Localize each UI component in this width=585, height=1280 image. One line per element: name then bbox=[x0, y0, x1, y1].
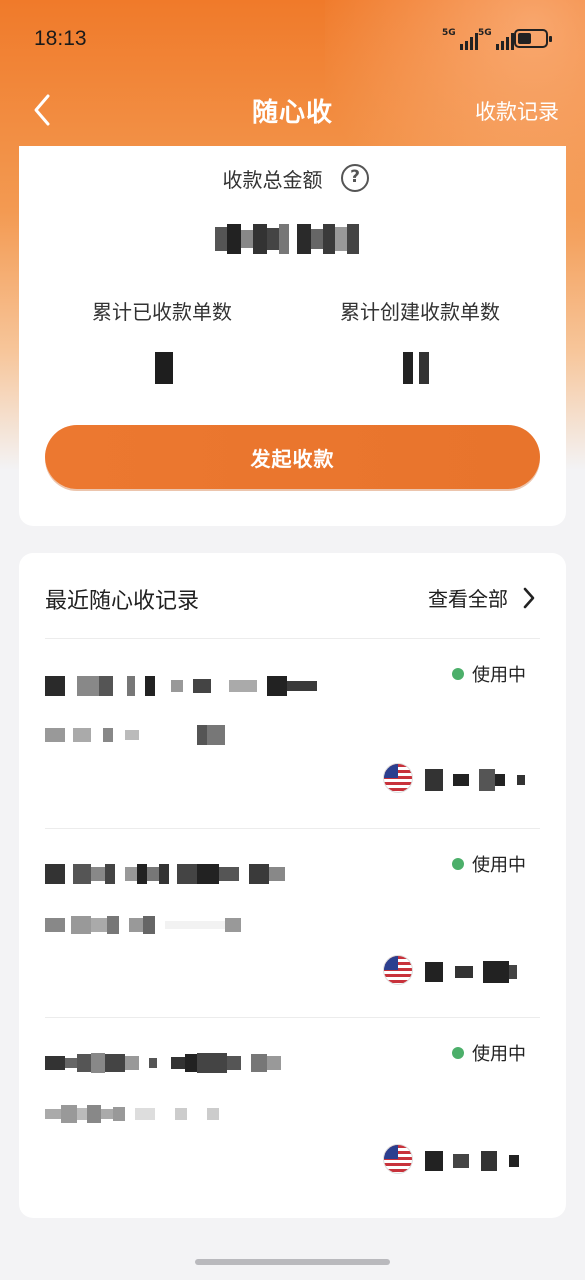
us-flag-icon bbox=[383, 1144, 413, 1174]
signal-icon: 5G bbox=[442, 28, 478, 50]
record-currency-redacted bbox=[425, 769, 525, 791]
record-status-label: 使用中 bbox=[472, 855, 526, 876]
help-icon[interactable]: ? bbox=[341, 164, 369, 192]
record-title-redacted bbox=[45, 1052, 281, 1074]
record-item[interactable]: 使用中 bbox=[19, 829, 566, 1018]
view-all-label: 查看全部 bbox=[428, 587, 508, 611]
record-title-redacted bbox=[45, 863, 285, 885]
record-status: 使用中 bbox=[452, 1040, 526, 1066]
view-all-link[interactable]: 查看全部 bbox=[428, 583, 536, 612]
start-collection-button[interactable]: 发起收款 bbox=[45, 425, 540, 489]
battery-icon bbox=[514, 29, 552, 48]
record-status: 使用中 bbox=[452, 661, 526, 687]
record-status-label: 使用中 bbox=[472, 1044, 526, 1065]
recent-records-title: 最近随心收记录 bbox=[45, 589, 200, 614]
summary-card: 收款总金额 ? 累计已收款单数 累计创建收款单数 发起收款 bbox=[19, 146, 566, 526]
status-time: 18:13 bbox=[34, 27, 87, 50]
collected-count-label: 累计已收款单数 bbox=[92, 300, 232, 324]
record-item[interactable]: 使用中 bbox=[19, 1018, 566, 1207]
status-bar: 18:13 5G 5G bbox=[0, 0, 585, 80]
signal-icon: 5G bbox=[478, 28, 514, 50]
us-flag-icon bbox=[383, 763, 413, 793]
collection-records-link[interactable]: 收款记录 bbox=[475, 96, 559, 126]
created-count-label: 累计创建收款单数 bbox=[340, 300, 500, 324]
record-status: 使用中 bbox=[452, 851, 526, 877]
total-amount-label: 收款总金额 bbox=[222, 168, 323, 192]
record-status-label: 使用中 bbox=[472, 665, 526, 686]
home-indicator[interactable] bbox=[195, 1259, 390, 1265]
record-subtitle-redacted bbox=[45, 1104, 219, 1124]
recent-records-card: 最近随心收记录 查看全部 使用中 使用中 使用中 bbox=[19, 553, 566, 1218]
record-subtitle-redacted bbox=[45, 915, 241, 935]
collected-count-redacted bbox=[155, 352, 173, 384]
status-dot-icon bbox=[452, 858, 464, 870]
status-dot-icon bbox=[452, 1047, 464, 1059]
us-flag-icon bbox=[383, 955, 413, 985]
record-title-redacted bbox=[45, 675, 317, 697]
record-currency-redacted bbox=[425, 1150, 519, 1172]
created-count-redacted bbox=[403, 352, 429, 384]
record-currency-redacted bbox=[425, 961, 517, 983]
chevron-right-icon bbox=[523, 587, 535, 608]
status-dot-icon bbox=[452, 668, 464, 680]
record-item[interactable]: 使用中 bbox=[19, 639, 566, 828]
record-subtitle-redacted bbox=[45, 725, 225, 745]
total-amount-value-redacted bbox=[215, 224, 359, 254]
